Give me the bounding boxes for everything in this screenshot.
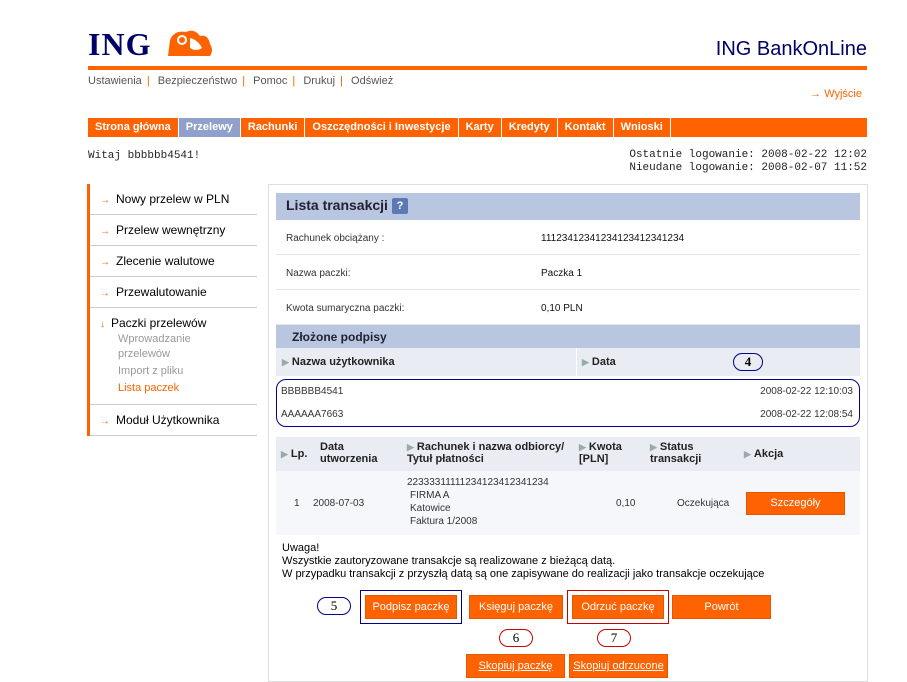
arrow-down-icon: ↓: [100, 319, 105, 330]
warning-note: Uwaga! Wszystkie zautoryzowane transakcj…: [282, 542, 765, 580]
arrow-right-icon: →: [100, 288, 110, 299]
lion-logo-icon: [168, 30, 212, 56]
details-button[interactable]: Szczegóły: [746, 492, 845, 515]
sidebar: → Nowy przelew w PLN → Przelew wewnętrzny …: [87, 184, 257, 436]
signature-user: BBBBBB4541: [281, 386, 344, 397]
nav-savings[interactable]: Oszczędności i Inwestycje: [305, 118, 459, 137]
callout-7: 7: [597, 629, 631, 647]
brand-title: ING BankOnLine: [715, 38, 867, 60]
util-help[interactable]: Pomoc: [253, 75, 287, 87]
util-print[interactable]: Drukuj: [303, 75, 335, 87]
nav-transfers[interactable]: Przelewy: [178, 118, 241, 137]
sidebar-item-batches[interactable]: ↓ Paczki przelewów Wprowadzanie przelewów…: [90, 308, 257, 405]
login-info: Ostatnie logowanie: 2008-02-22 12:02 Nie…: [600, 149, 867, 175]
main-nav: Strona główna Przelewy Rachunki Oszczędn…: [88, 118, 867, 137]
field-row: Rachunek obciążany :11123412341234123412…: [276, 220, 860, 255]
arrow-right-icon: →: [100, 257, 110, 268]
nav-accounts[interactable]: Rachunki: [241, 118, 306, 137]
top-divider: [88, 66, 867, 70]
sidebar-item-internal-transfer[interactable]: → Przelew wewnętrzny: [90, 215, 257, 246]
signatures-columns: ▶ Nazwa użytkownika ▶ Data 4: [276, 348, 860, 376]
last-login: Ostatnie logowanie: 2008-02-22 12:02: [629, 149, 867, 161]
sidebar-item-exchange[interactable]: → Przewalutowanie: [90, 277, 257, 308]
signature-user: AAAAAA7663: [281, 409, 344, 420]
post-batch-button[interactable]: Księguj paczkę: [469, 595, 563, 619]
sidebar-item-new-transfer[interactable]: → Nowy przelew w PLN: [90, 184, 257, 215]
field-row: Nazwa paczki: Paczka 1: [276, 255, 860, 290]
nav-credits[interactable]: Kredyty: [502, 118, 558, 137]
nav-home[interactable]: Strona główna: [88, 118, 179, 137]
welcome-text: Witaj bbbbbb4541!: [88, 150, 201, 162]
sub-item-import[interactable]: Import z pliku: [100, 364, 257, 379]
sign-batch-button[interactable]: Podpisz paczkę: [365, 595, 457, 619]
exit-link[interactable]: → Wyjście: [800, 88, 862, 100]
arrow-right-icon: →: [100, 416, 110, 427]
sub-item-entering[interactable]: Wprowadzanie przelewów: [100, 332, 220, 362]
page-title: Lista transakcji: [286, 197, 388, 213]
util-settings[interactable]: Ustawienia: [88, 75, 142, 87]
nav-contact[interactable]: Kontakt: [558, 118, 614, 137]
utility-links: Ustawienia | Bezpieczeństwo | Pomoc | Druku…: [88, 75, 394, 87]
transactions-columns: ▶ Lp. Data utworzenia ▶ Rachunek i nazwa o…: [276, 437, 860, 471]
back-button[interactable]: Powrót: [672, 595, 771, 619]
signature-date: 2008-02-22 12:10:03: [760, 386, 853, 397]
sub-item-batch-list[interactable]: Lista paczek: [100, 381, 257, 396]
signature-date: 2008-02-22 12:08:54: [760, 409, 853, 420]
failed-login: Nieudane logowanie: 2008-02-07 11:52: [629, 162, 867, 174]
sort-icon: ▶: [282, 357, 289, 367]
arrow-right-icon: →: [100, 195, 110, 206]
arrow-right-icon: →: [100, 226, 110, 237]
help-icon[interactable]: ?: [391, 198, 408, 215]
callout-5: 5: [317, 597, 351, 615]
util-refresh[interactable]: Odśwież: [351, 75, 393, 87]
nav-applications[interactable]: Wnioski: [614, 118, 671, 137]
sort-icon: ▶: [582, 357, 589, 367]
util-security[interactable]: Bezpieczeństwo: [158, 75, 238, 87]
callout-6: 6: [499, 629, 533, 647]
signatures-header: Złożone podpisy: [276, 325, 860, 348]
table-row: 1 2008-07-03 22333311111234123412341234 …: [276, 471, 860, 535]
copy-rejected-button[interactable]: Skopiuj odrzucone: [569, 654, 668, 678]
field-row: Kwota sumaryczna paczki: 0,10 PLN: [276, 290, 860, 325]
reject-batch-button[interactable]: Odrzuć paczkę: [572, 595, 664, 619]
signatures-box: BBBBBB4541 2008-02-22 12:10:03 AAAAAA766…: [276, 379, 860, 427]
section-header: Lista transakcji?: [276, 193, 860, 220]
sidebar-item-currency-order[interactable]: → Zlecenie walutowe: [90, 246, 257, 277]
ing-logo: ING: [88, 26, 152, 62]
copy-batch-button[interactable]: Skopiuj paczkę: [466, 654, 565, 678]
sidebar-item-user-module[interactable]: → Moduł Użytkownika: [90, 405, 257, 436]
main-panel: Lista transakcji? Rachunek obciążany :11…: [268, 184, 868, 682]
callout-4: 4: [733, 353, 763, 371]
nav-cards[interactable]: Karty: [459, 118, 502, 137]
